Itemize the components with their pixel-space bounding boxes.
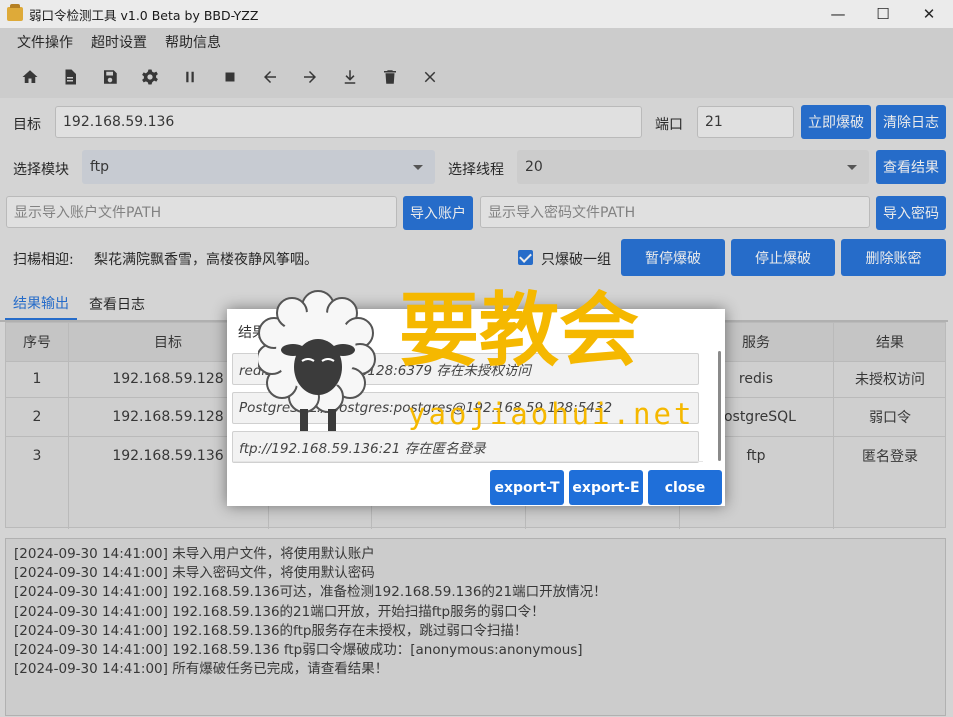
- results-dialog: 结果(可复制结果)： redis://192.168.59.128:6379 存…: [227, 309, 725, 506]
- result-item[interactable]: PostgreSQL://postgres:postgres@192.168.5…: [232, 392, 699, 424]
- dialog-divider: [233, 461, 703, 462]
- close-dialog-button[interactable]: close: [648, 470, 722, 505]
- dialog-title: 结果(可复制结果)：: [238, 325, 361, 341]
- dialog-scrollbar[interactable]: [718, 351, 721, 461]
- result-item[interactable]: redis://192.168.59.128:6379 存在未授权访问: [232, 353, 699, 385]
- export-e-button[interactable]: export-E: [569, 470, 643, 505]
- result-item[interactable]: ftp://192.168.59.136:21 存在匿名登录: [232, 431, 699, 463]
- export-t-button[interactable]: export-T: [490, 470, 564, 505]
